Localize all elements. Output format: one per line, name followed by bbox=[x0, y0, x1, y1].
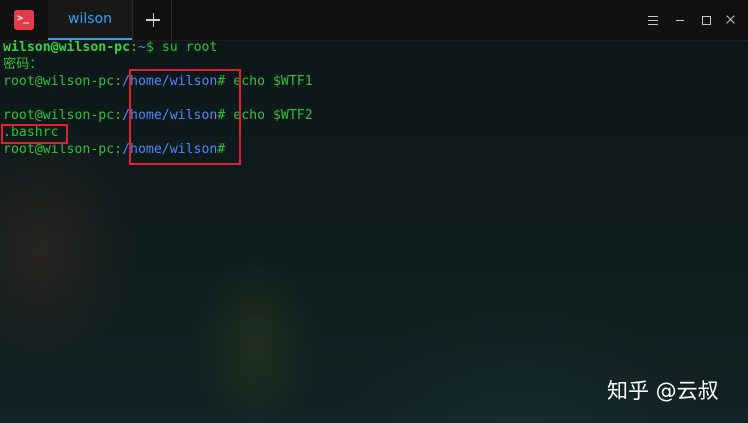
tab-wilson[interactable]: wilson bbox=[48, 0, 132, 40]
menu-icon bbox=[648, 16, 658, 17]
prompt-user: root@wilson-pc: bbox=[3, 142, 123, 157]
terminal-line: wilson@wilson-pc:~$ su root bbox=[3, 40, 218, 55]
highlight-box-path bbox=[129, 69, 241, 165]
password-prompt: 密码： bbox=[3, 57, 43, 72]
highlight-box-output bbox=[1, 124, 68, 144]
prompt-user: wilson@wilson-pc bbox=[3, 40, 131, 55]
close-button[interactable] bbox=[724, 13, 738, 27]
terminal-window: >_ wilson wilson@wilson-pc:~$ su root 密码… bbox=[0, 0, 748, 423]
prompt-user: root@wilson-pc: bbox=[3, 74, 123, 89]
maximize-button[interactable] bbox=[699, 13, 713, 27]
tab-label: wilson bbox=[68, 11, 112, 27]
minimize-icon bbox=[676, 20, 684, 21]
new-tab-button[interactable] bbox=[132, 0, 172, 40]
command-text: $ su root bbox=[145, 40, 218, 55]
watermark: 知乎 @云叔 bbox=[607, 379, 719, 403]
maximize-icon bbox=[702, 16, 711, 25]
title-bar: >_ wilson bbox=[0, 0, 748, 41]
terminal-app-icon[interactable]: >_ bbox=[14, 10, 34, 30]
menu-button[interactable] bbox=[646, 13, 660, 27]
prompt-path: ~ bbox=[138, 40, 146, 55]
minimize-button[interactable] bbox=[673, 13, 687, 27]
terminal-line: 密码： bbox=[3, 56, 43, 73]
prompt-user: root@wilson-pc: bbox=[3, 108, 123, 123]
